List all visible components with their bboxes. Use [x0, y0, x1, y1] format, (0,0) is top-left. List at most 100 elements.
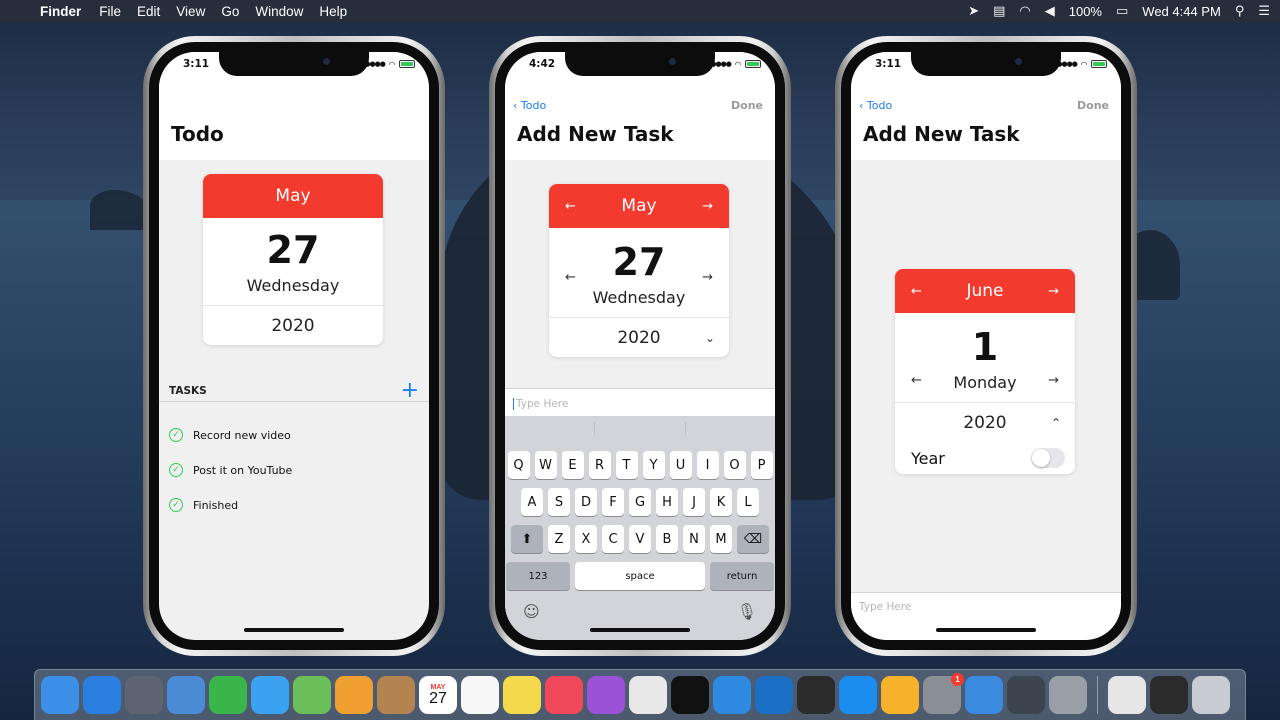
task-text-input[interactable]: Type Here: [851, 592, 1121, 640]
apple-tv-icon[interactable]: [671, 676, 709, 714]
previous-day-arrow-icon[interactable]: ←: [565, 270, 576, 285]
key-a[interactable]: A: [521, 488, 543, 516]
maps-icon[interactable]: [293, 676, 331, 714]
key-n[interactable]: N: [683, 525, 705, 553]
check-circle-icon[interactable]: ✓: [169, 498, 183, 512]
menu-file[interactable]: File: [99, 4, 121, 19]
key-l[interactable]: L: [737, 488, 759, 516]
task-item[interactable]: ✓ Post it on YouTube: [169, 463, 292, 477]
trash-icon[interactable]: [1192, 676, 1230, 714]
spotlight-search-icon[interactable]: ⚲: [1235, 3, 1245, 19]
back-button[interactable]: ‹ Todo: [513, 99, 546, 112]
key-v[interactable]: V: [629, 525, 651, 553]
check-circle-icon[interactable]: ✓: [169, 428, 183, 442]
previous-day-arrow-icon[interactable]: ←: [911, 373, 922, 388]
next-day-arrow-icon[interactable]: →: [702, 270, 713, 285]
key-q[interactable]: Q: [507, 451, 530, 479]
home-indicator[interactable]: [244, 628, 344, 632]
key-y[interactable]: Y: [642, 451, 665, 479]
vscode-icon[interactable]: [755, 676, 793, 714]
system-preferences-icon[interactable]: 1: [923, 673, 964, 714]
key-w[interactable]: W: [534, 451, 557, 479]
calendar-year[interactable]: 2020 ⌃: [895, 402, 1075, 442]
facetime-icon[interactable]: [209, 676, 247, 714]
notes-icon[interactable]: [503, 676, 541, 714]
menu-app-name[interactable]: Finder: [40, 4, 81, 19]
next-month-arrow-icon[interactable]: →: [702, 199, 713, 214]
key-d[interactable]: D: [575, 488, 597, 516]
sketch-icon[interactable]: [881, 676, 919, 714]
add-task-button[interactable]: +: [401, 379, 419, 402]
space-key[interactable]: space: [575, 562, 705, 590]
podcasts-icon[interactable]: [587, 676, 625, 714]
final-cut-icon[interactable]: [797, 676, 835, 714]
key-k[interactable]: K: [710, 488, 732, 516]
music-icon[interactable]: [545, 676, 583, 714]
chevron-down-icon[interactable]: ⌄: [705, 331, 715, 345]
menu-clock[interactable]: Wed 4:44 PM: [1142, 4, 1221, 19]
launchpad-icon[interactable]: [125, 676, 163, 714]
key-o[interactable]: O: [723, 451, 746, 479]
chevron-up-icon[interactable]: ⌃: [1051, 416, 1061, 430]
printer-stack-icon[interactable]: [1108, 676, 1146, 714]
key-m[interactable]: M: [710, 525, 732, 553]
key-j[interactable]: J: [683, 488, 705, 516]
app-store-icon[interactable]: [839, 676, 877, 714]
volume-icon[interactable]: ◀: [1045, 3, 1055, 19]
contacts-icon[interactable]: [377, 676, 415, 714]
next-day-arrow-icon[interactable]: →: [1048, 373, 1059, 388]
wifi-icon[interactable]: ◠: [1019, 3, 1030, 19]
calendar-year[interactable]: 2020 ⌄: [549, 317, 729, 357]
chrome-icon[interactable]: [629, 676, 667, 714]
key-c[interactable]: C: [602, 525, 624, 553]
home-indicator[interactable]: [936, 628, 1036, 632]
task-item[interactable]: ✓ Record new video: [169, 428, 291, 442]
numbers-key[interactable]: 123: [506, 562, 570, 590]
delete-key[interactable]: ⌫: [737, 525, 769, 553]
xcode-icon[interactable]: [713, 676, 751, 714]
task-text-input[interactable]: Type Here: [505, 388, 775, 418]
calendar-icon[interactable]: MAY 27: [419, 676, 457, 714]
keyboard-viewer-icon[interactable]: ▤: [993, 3, 1005, 19]
notification-center-icon[interactable]: ☰: [1258, 3, 1270, 19]
key-h[interactable]: H: [656, 488, 678, 516]
key-p[interactable]: P: [750, 451, 773, 479]
battery-icon[interactable]: ▭: [1116, 3, 1128, 19]
key-t[interactable]: T: [615, 451, 638, 479]
menu-edit[interactable]: Edit: [137, 4, 160, 19]
screen-share-icon[interactable]: [965, 676, 1003, 714]
safari-icon[interactable]: [83, 676, 121, 714]
reminders-icon[interactable]: [461, 676, 499, 714]
emoji-icon[interactable]: ☺: [523, 602, 540, 621]
key-x[interactable]: X: [575, 525, 597, 553]
previous-month-arrow-icon[interactable]: ←: [565, 199, 576, 214]
photos-icon[interactable]: [335, 676, 373, 714]
mail-icon[interactable]: [167, 676, 205, 714]
next-month-arrow-icon[interactable]: →: [1048, 284, 1059, 299]
check-circle-icon[interactable]: ✓: [169, 463, 183, 477]
hex-app-icon[interactable]: [1007, 676, 1045, 714]
home-indicator[interactable]: [590, 628, 690, 632]
shift-key[interactable]: ⬆: [511, 525, 543, 553]
finder-icon[interactable]: [41, 676, 79, 714]
location-icon[interactable]: ➤: [968, 3, 979, 19]
task-item[interactable]: ✓ Finished: [169, 498, 238, 512]
key-z[interactable]: Z: [548, 525, 570, 553]
back-button[interactable]: ‹ Todo: [859, 99, 892, 112]
menu-window[interactable]: Window: [255, 4, 303, 19]
return-key[interactable]: return: [710, 562, 774, 590]
menu-help[interactable]: Help: [319, 4, 347, 19]
key-e[interactable]: E: [561, 451, 584, 479]
disk-utility-icon[interactable]: [1049, 676, 1087, 714]
key-s[interactable]: S: [548, 488, 570, 516]
year-toggle-switch[interactable]: [1031, 448, 1065, 468]
messages-icon[interactable]: [251, 676, 289, 714]
key-g[interactable]: G: [629, 488, 651, 516]
key-r[interactable]: R: [588, 451, 611, 479]
previous-month-arrow-icon[interactable]: ←: [911, 284, 922, 299]
menu-go[interactable]: Go: [221, 4, 239, 19]
key-u[interactable]: U: [669, 451, 692, 479]
microphone-icon[interactable]: 🎙: [737, 602, 757, 621]
key-b[interactable]: B: [656, 525, 678, 553]
done-button[interactable]: Done: [731, 99, 763, 112]
